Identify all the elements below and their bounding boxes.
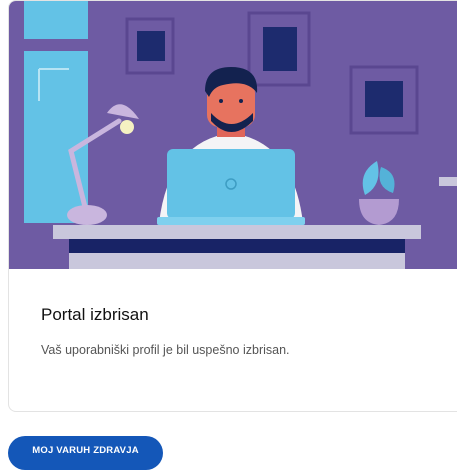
moj-varuh-zdravja-button[interactable]: MOJ VARUH ZDRAVJA [8, 436, 163, 470]
status-card: Portal izbrisan Vaš uporabniški profil j… [8, 0, 457, 412]
card-title: Portal izbrisan [41, 305, 149, 324]
laptop-icon [157, 149, 305, 225]
card-message: Vaš uporabniški profil je bil uspešno iz… [41, 343, 290, 357]
person-at-laptop-illustration [9, 1, 457, 269]
